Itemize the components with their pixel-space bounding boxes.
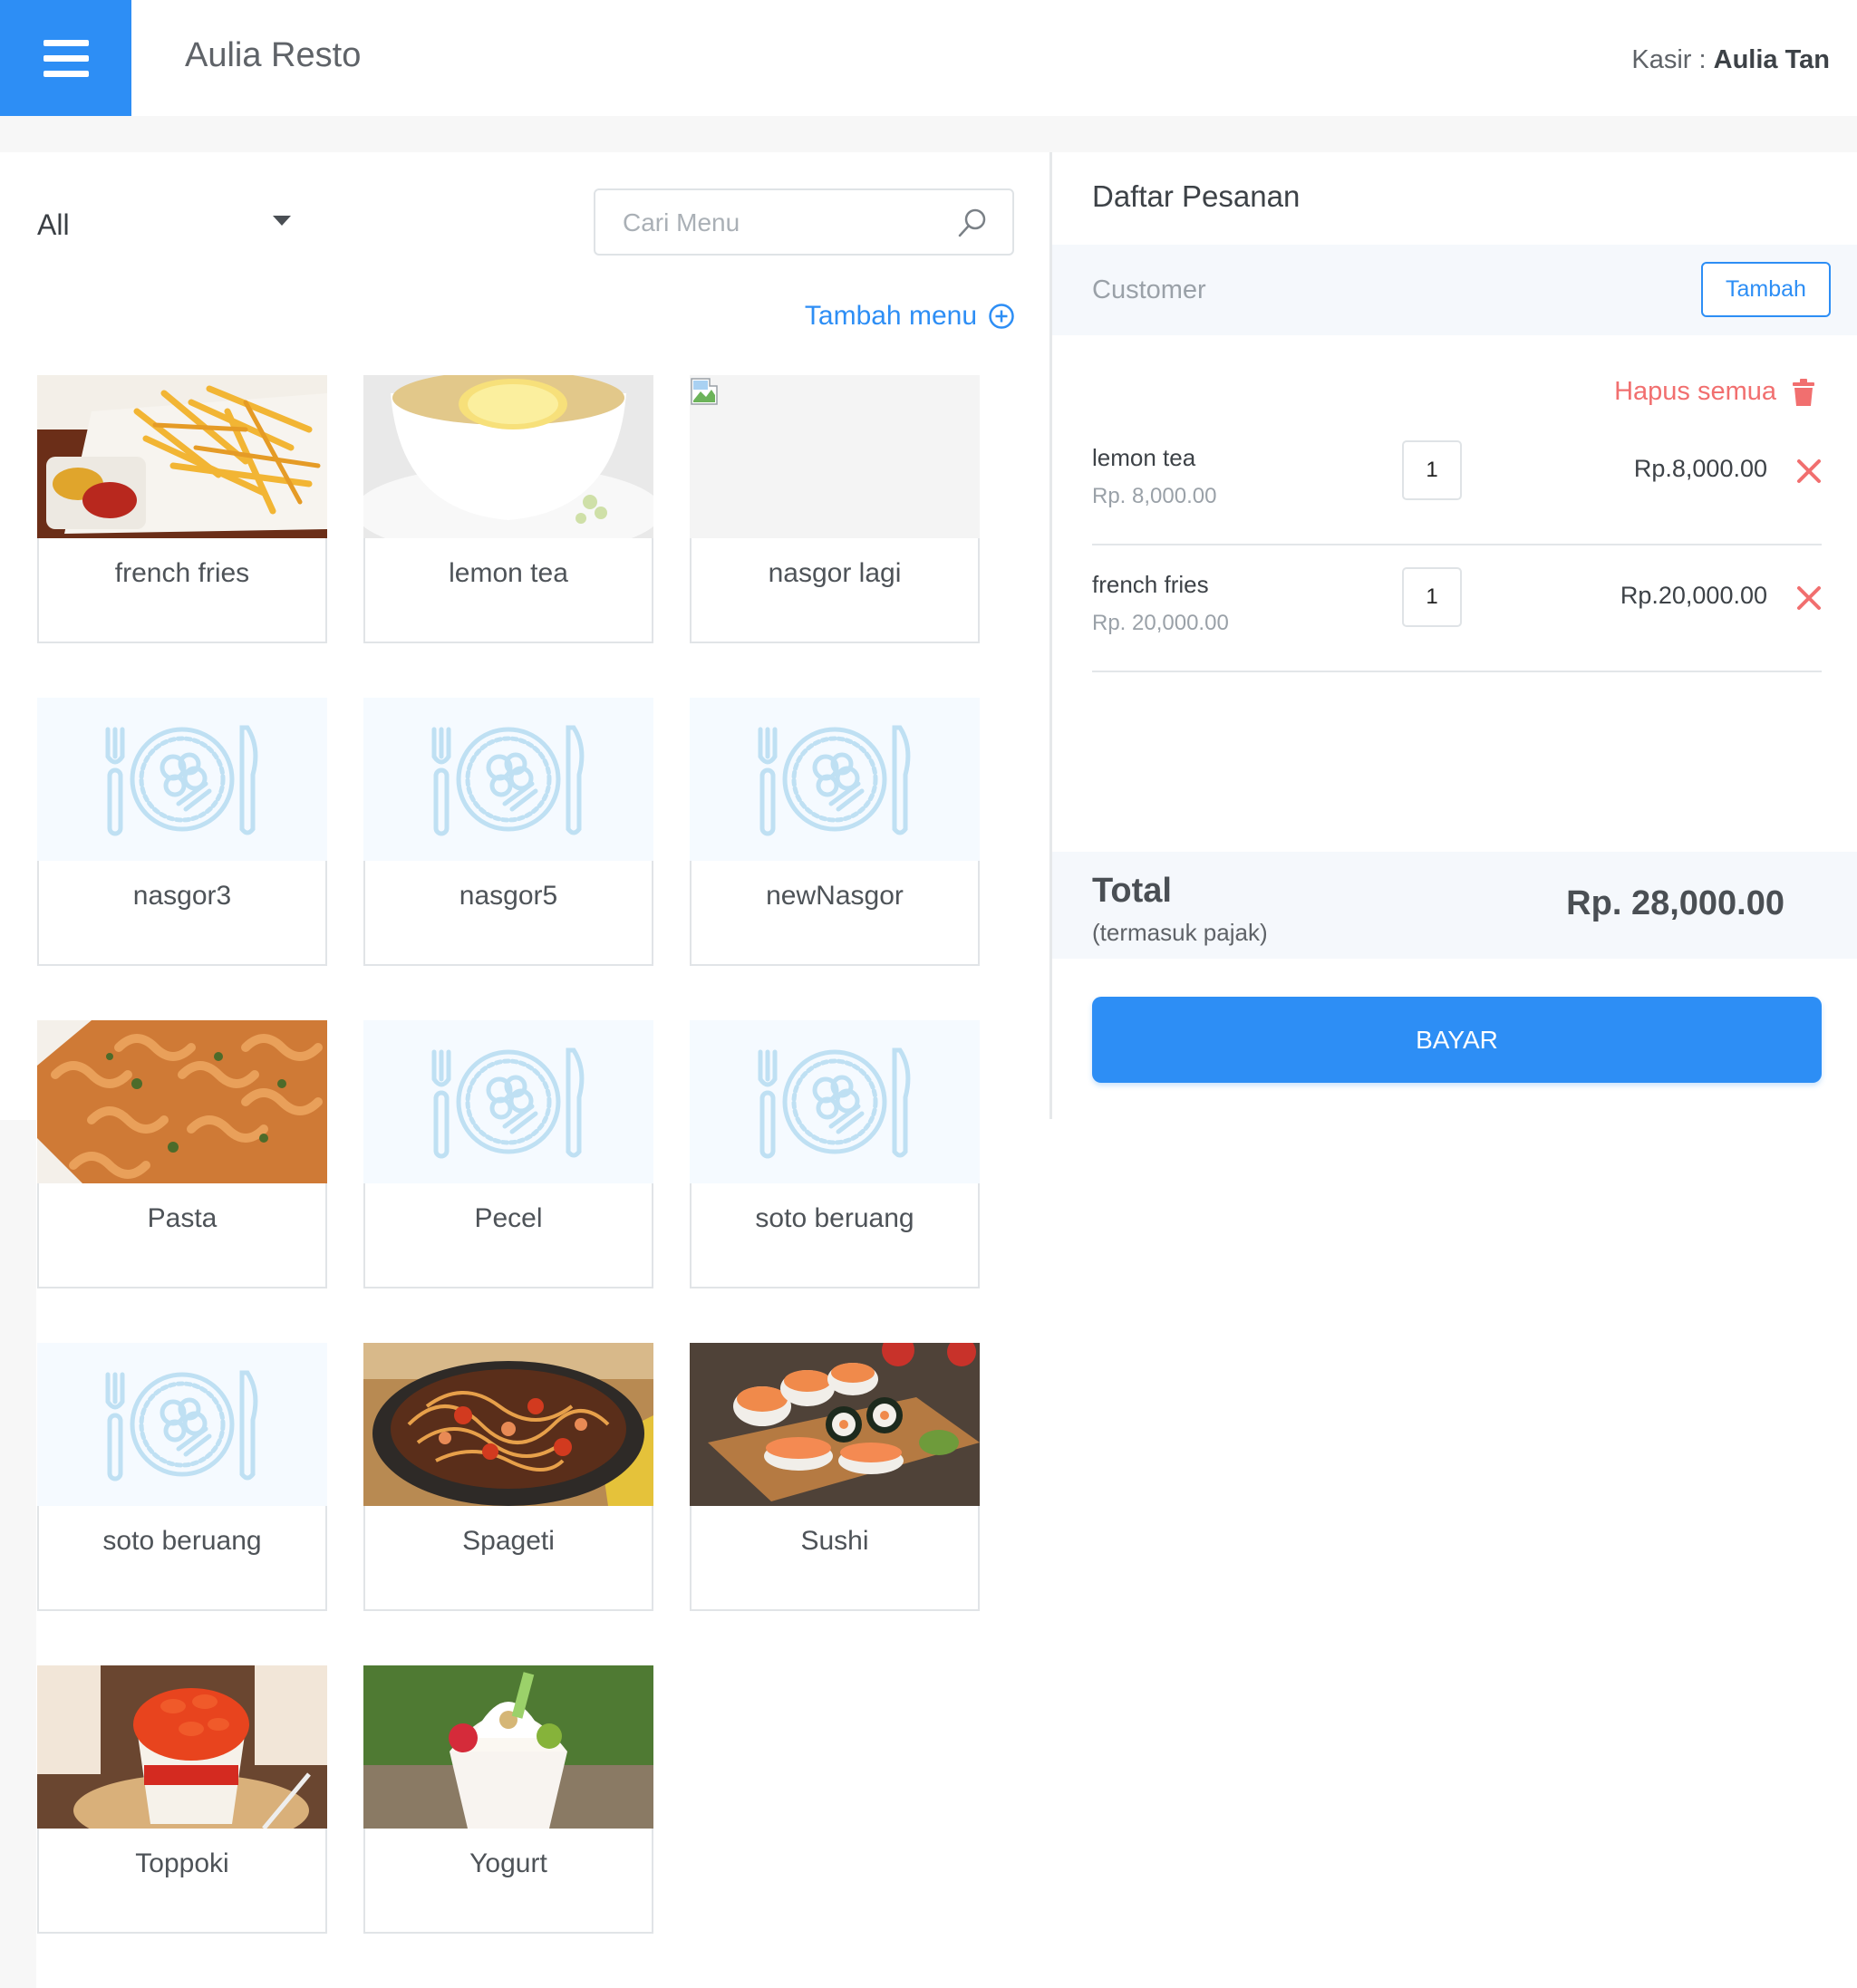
yogurt-photo: [363, 1665, 653, 1829]
menu-card-name: nasgor lagi: [690, 538, 980, 643]
total-value: Rp. 28,000.00: [1566, 884, 1784, 922]
plate-cutlery-icon: [105, 1370, 258, 1481]
add-menu-link[interactable]: Tambah menu: [805, 301, 1015, 332]
menu-card-name: soto beruang: [37, 1506, 327, 1611]
chevron-down-icon[interactable]: [273, 216, 291, 226]
clear-all-label: Hapus semua: [1614, 377, 1776, 406]
menu-card[interactable]: soto beruang: [690, 1020, 980, 1288]
order-item-unit-price: Rp. 20,000.00: [1092, 611, 1229, 635]
order-panel: Daftar Pesanan Customer Tambah Hapus sem…: [1049, 152, 1857, 1119]
close-icon[interactable]: [1796, 458, 1822, 484]
menu-panel: All Tambah menu: [0, 152, 1051, 1988]
plate-cutlery-icon: [431, 1047, 585, 1159]
menu-card-name: Pasta: [37, 1183, 327, 1288]
menu-card[interactable]: Spageti: [363, 1343, 653, 1611]
broken-image: [690, 375, 980, 538]
order-item: french fries Rp. 20,000.00 Rp.20,000.00: [1092, 545, 1822, 672]
plus-circle-icon: [989, 304, 1014, 329]
plate-cutlery-icon: [758, 725, 911, 836]
menu-card-name: lemon tea: [363, 538, 653, 643]
menu-card[interactable]: nasgor3: [37, 698, 327, 966]
lemon-tea-photo: [363, 375, 653, 538]
plate-cutlery-icon: [105, 725, 258, 836]
order-item-name: lemon tea: [1092, 444, 1196, 471]
menu-card-name: Sushi: [690, 1506, 980, 1611]
plate-placeholder: [690, 698, 980, 861]
menu-card-name: newNasgor: [690, 861, 980, 966]
total-label: Total: [1092, 872, 1172, 910]
order-item-name: french fries: [1092, 571, 1209, 598]
search-input[interactable]: [623, 203, 931, 243]
order-item-subtotal: Rp.8,000.00: [1633, 455, 1767, 482]
plate-placeholder: [363, 698, 653, 861]
quantity-input[interactable]: [1402, 567, 1462, 627]
menu-card[interactable]: lemon tea: [363, 375, 653, 643]
order-item-subtotal: Rp.20,000.00: [1620, 582, 1767, 609]
order-item: lemon tea Rp. 8,000.00 Rp.8,000.00: [1092, 419, 1822, 545]
menu-grid: french fries lemon tea nasgor lagi nasgo…: [37, 375, 980, 1934]
menu-card-name: Toppoki: [37, 1829, 327, 1934]
order-item-unit-price: Rp. 8,000.00: [1092, 484, 1217, 508]
customer-label[interactable]: Customer: [1092, 275, 1206, 305]
search-box[interactable]: [594, 188, 1014, 256]
menu-card-name: Yogurt: [363, 1829, 653, 1934]
menu-card-name: soto beruang: [690, 1183, 980, 1288]
close-icon[interactable]: [1796, 585, 1822, 611]
clear-all-button[interactable]: Hapus semua: [1614, 377, 1814, 407]
trash-icon: [1793, 378, 1814, 406]
toppoki-photo: [37, 1665, 327, 1829]
plate-placeholder: [37, 698, 327, 861]
top-bar: Aulia Resto Kasir : Aulia Tan: [0, 0, 1857, 116]
plate-placeholder: [690, 1020, 980, 1183]
menu-card[interactable]: nasgor lagi: [690, 375, 980, 643]
plate-cutlery-icon: [431, 725, 585, 836]
cashier-label: Kasir :: [1631, 45, 1707, 74]
hamburger-menu-icon[interactable]: [0, 0, 131, 116]
menu-card-name: nasgor3: [37, 861, 327, 966]
add-customer-button[interactable]: Tambah: [1701, 262, 1831, 317]
header-divider: [0, 116, 1857, 152]
menu-card[interactable]: Pecel: [363, 1020, 653, 1288]
menu-card[interactable]: soto beruang: [37, 1343, 327, 1611]
search-icon[interactable]: [956, 207, 989, 239]
menu-card-name: french fries: [37, 538, 327, 643]
cashier-info: Kasir : Aulia Tan: [1631, 45, 1830, 75]
quantity-input[interactable]: [1402, 440, 1462, 500]
pasta-photo: [37, 1020, 327, 1183]
sushi-photo: [690, 1343, 980, 1506]
plate-placeholder: [37, 1343, 327, 1506]
spaghetti-photo: [363, 1343, 653, 1506]
plate-placeholder: [363, 1020, 653, 1183]
menu-card-name: nasgor5: [363, 861, 653, 966]
app-title: Aulia Resto: [185, 36, 362, 74]
menu-card[interactable]: newNasgor: [690, 698, 980, 966]
broken-image-icon: [691, 378, 718, 405]
category-select[interactable]: All: [37, 208, 70, 242]
plate-cutlery-icon: [758, 1047, 911, 1159]
total-note: (termasuk pajak): [1092, 919, 1268, 946]
menu-card[interactable]: Pasta: [37, 1020, 327, 1288]
total-row: Total (termasuk pajak) Rp. 28,000.00: [1052, 852, 1857, 959]
cashier-name: Aulia Tan: [1713, 45, 1830, 74]
menu-card[interactable]: french fries: [37, 375, 327, 643]
add-menu-label: Tambah menu: [804, 301, 977, 331]
menu-card-name: Spageti: [363, 1506, 653, 1611]
customer-row: Customer Tambah: [1052, 245, 1857, 335]
menu-card[interactable]: Sushi: [690, 1343, 980, 1611]
order-title: Daftar Pesanan: [1092, 179, 1301, 213]
menu-card-name: Pecel: [363, 1183, 653, 1288]
menu-card[interactable]: Toppoki: [37, 1665, 327, 1934]
fries-photo: [37, 375, 327, 538]
menu-card[interactable]: nasgor5: [363, 698, 653, 966]
menu-card[interactable]: Yogurt: [363, 1665, 653, 1934]
pay-button[interactable]: BAYAR: [1092, 997, 1822, 1083]
